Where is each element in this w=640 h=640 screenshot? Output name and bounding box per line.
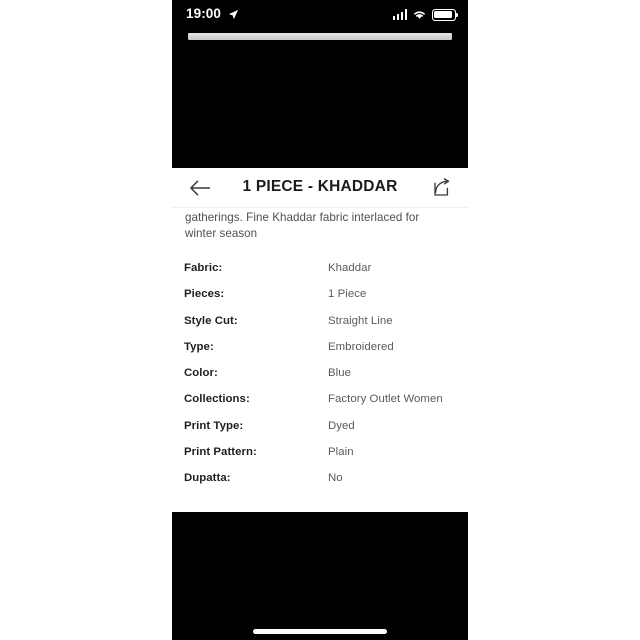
phone-frame: 19:00 1 PIECE - KHADDAR gatherings. Fine… — [172, 0, 468, 640]
share-button[interactable] — [428, 174, 456, 202]
table-row: Print Pattern: Plain — [172, 446, 468, 472]
table-row: Color: Blue — [172, 367, 468, 393]
table-row: Style Cut: Straight Line — [172, 315, 468, 341]
spec-label: Dupatta: — [184, 472, 231, 485]
table-row: Fabric: Khaddar — [172, 262, 468, 288]
status-bar: 19:00 — [172, 0, 468, 28]
spec-label: Print Type: — [184, 419, 244, 432]
spec-label: Fabric: — [184, 262, 223, 274]
table-row: Collections: Factory Outlet Women — [172, 393, 468, 419]
location-arrow-icon — [228, 9, 239, 20]
spec-value: 1 Piece — [328, 288, 367, 301]
status-bar-time: 19:00 — [186, 6, 222, 21]
spec-label: Print Pattern: — [184, 446, 257, 459]
cellular-signal-icon — [392, 9, 407, 20]
page-title: 1 PIECE - KHADDAR — [242, 178, 398, 195]
spec-label: Color: — [184, 367, 218, 380]
status-bar-icons — [392, 8, 459, 21]
home-indicator[interactable] — [253, 629, 387, 634]
spec-label: Pieces: — [184, 288, 225, 301]
product-detail-sheet: 1 PIECE - KHADDAR gatherings. Fine Khadd… — [172, 168, 468, 512]
share-icon — [434, 178, 450, 196]
spec-value: Straight Line — [328, 314, 393, 327]
spec-value: Factory Outlet Women — [328, 393, 443, 406]
spec-value: Blue — [328, 367, 351, 380]
spec-label: Type: — [184, 340, 214, 353]
table-row: Pieces: 1 Piece — [172, 288, 468, 314]
product-spec-table: Fabric: Khaddar Pieces: 1 Piece Style Cu… — [172, 262, 468, 499]
table-row: Type: Embroidered — [172, 341, 468, 367]
app-header: 1 PIECE - KHADDAR — [172, 168, 468, 208]
spec-label: Collections: — [184, 393, 250, 406]
spec-label: Style Cut: — [184, 314, 238, 327]
table-row: Print Type: Dyed — [172, 420, 468, 446]
table-row: Dupatta: No — [172, 472, 468, 498]
product-description: gatherings. Fine Khaddar fabric interlac… — [185, 211, 420, 240]
image-loading-placeholder — [188, 33, 452, 40]
spec-value: Plain — [328, 446, 354, 459]
spec-value: No — [328, 472, 343, 485]
spec-value: Embroidered — [328, 340, 394, 353]
product-image-area[interactable] — [172, 28, 468, 168]
spec-value: Dyed — [328, 419, 355, 432]
wifi-icon — [414, 11, 425, 19]
spec-value: Khaddar — [328, 262, 372, 274]
bottom-black-area — [172, 512, 468, 640]
battery-icon — [432, 8, 459, 21]
